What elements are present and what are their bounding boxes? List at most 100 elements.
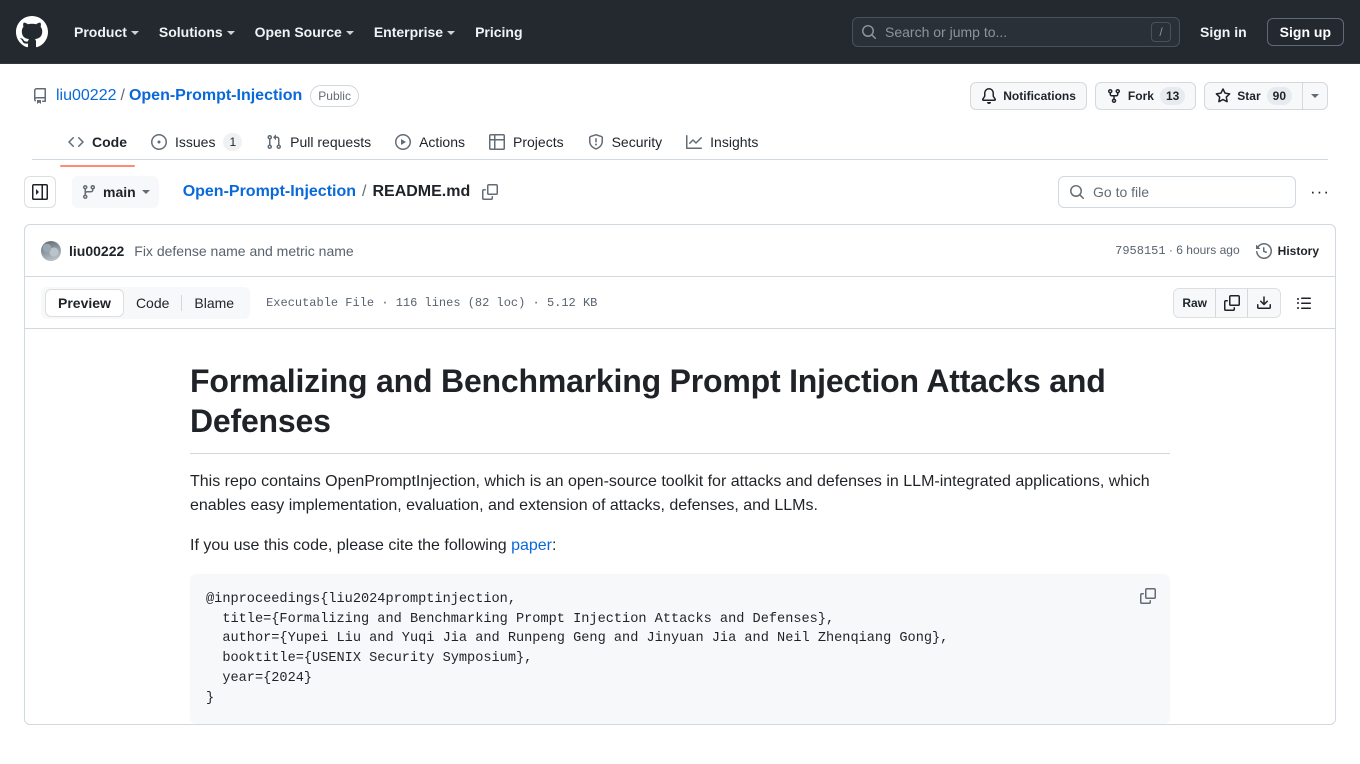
go-to-file-input[interactable]: Go to file: [1058, 176, 1296, 208]
tab-projects[interactable]: Projects: [481, 125, 572, 159]
markdown-content: Formalizing and Benchmarking Prompt Inje…: [174, 361, 1186, 725]
star-dropdown-button[interactable]: [1302, 82, 1328, 110]
branch-name: main: [103, 184, 136, 200]
tab-issues[interactable]: Issues 1: [143, 125, 250, 159]
citation-code-block: @inproceedings{liu2024promptinjection, t…: [190, 574, 1170, 725]
star-icon: [1215, 88, 1231, 104]
global-nav-item-enterprise[interactable]: Enterprise: [364, 16, 465, 48]
file-toolbar-right: Go to file ···: [1058, 176, 1336, 208]
chevron-down-icon: [345, 30, 354, 35]
issues-count: 1: [223, 133, 243, 151]
avatar: [41, 240, 61, 261]
global-nav-item-product[interactable]: Product: [64, 16, 149, 48]
history-button[interactable]: History: [1255, 242, 1319, 259]
search-input[interactable]: Search or jump to... /: [852, 16, 1180, 47]
breadcrumb-separator: /: [362, 183, 367, 200]
github-mark-icon[interactable]: [16, 15, 48, 48]
tab-actions[interactable]: Actions: [387, 125, 473, 159]
global-header: Product Solutions Open Source Enterprise…: [0, 0, 1360, 64]
copy-path-icon[interactable]: [482, 184, 499, 200]
sidebar-expand-icon[interactable]: [24, 176, 56, 208]
commit-relative-time: 6 hours ago: [1176, 243, 1240, 257]
star-count: 90: [1266, 87, 1292, 105]
chevron-down-icon: [447, 30, 456, 35]
commit-meta: 7958151 · 6 hours ago History: [1115, 242, 1319, 259]
header-right-group: Search or jump to... / Sign in Sign up: [852, 16, 1344, 47]
tab-preview[interactable]: Preview: [45, 288, 124, 317]
table-icon: [489, 134, 506, 150]
sign-in-button[interactable]: Sign in: [1188, 19, 1259, 45]
commit-author-link[interactable]: liu00222: [69, 243, 124, 259]
breadcrumb-current-file: README.md: [372, 183, 471, 200]
global-nav-label: Open Source: [254, 23, 342, 40]
search-icon: [1070, 185, 1085, 200]
readme-body: Formalizing and Benchmarking Prompt Inje…: [25, 329, 1335, 725]
repo-forked-icon: [1106, 88, 1122, 104]
global-nav-label: Product: [74, 23, 127, 40]
repo-owner-link[interactable]: liu00222: [56, 87, 117, 105]
latest-commit-row: liu00222 Fix defense name and metric nam…: [25, 225, 1335, 277]
copy-raw-icon[interactable]: [1216, 288, 1248, 317]
repo-icon: [32, 88, 48, 104]
paragraph-2-text-after: :: [552, 537, 557, 554]
copy-icon[interactable]: [1134, 582, 1162, 610]
graph-icon: [686, 134, 703, 150]
global-nav-item-pricing[interactable]: Pricing: [465, 16, 532, 48]
go-to-file-placeholder: Go to file: [1093, 184, 1150, 200]
tab-label: Security: [611, 134, 663, 150]
repo-nav: Code Issues 1 Pull requests Actions Proj…: [32, 118, 1328, 167]
readme-paragraph-2: If you use this code, please cite the fo…: [190, 534, 1170, 558]
chevron-down-icon: [130, 30, 139, 35]
global-nav-item-open-source[interactable]: Open Source: [245, 16, 364, 48]
commit-message-link[interactable]: Fix defense name and metric name: [134, 243, 353, 259]
git-pull-request-icon: [266, 134, 282, 150]
tab-code[interactable]: Code: [124, 291, 181, 315]
raw-actions-group: Raw: [1173, 287, 1281, 318]
history-icon: [1255, 242, 1272, 259]
search-icon: [861, 24, 877, 40]
repo-path-separator: /: [120, 87, 125, 104]
repo-title-row: liu00222 / Open-Prompt-Injection Public …: [32, 80, 1328, 112]
download-icon[interactable]: [1248, 288, 1280, 317]
kebab-horizontal-icon[interactable]: ···: [1304, 176, 1336, 208]
breadcrumb-root-link[interactable]: Open-Prompt-Injection: [183, 183, 356, 201]
paragraph-2-text-before: If you use this code, please cite the fo…: [190, 537, 512, 554]
file-view-actions: Raw: [1173, 287, 1319, 318]
history-label: History: [1277, 243, 1319, 258]
repo-name-link[interactable]: Open-Prompt-Injection: [129, 87, 302, 105]
readme-paragraph-1: This repo contains OpenPromptInjection, …: [190, 473, 1150, 514]
global-nav: Product Solutions Open Source Enterprise…: [64, 16, 533, 48]
list-unordered-icon[interactable]: [1289, 289, 1319, 317]
commit-sha[interactable]: 7958151: [1115, 244, 1165, 258]
play-icon: [395, 134, 412, 150]
global-nav-label: Pricing: [475, 23, 523, 40]
tab-label: Code: [92, 134, 127, 150]
global-nav-label: Solutions: [158, 23, 223, 40]
fork-count: 13: [1159, 87, 1186, 105]
notifications-button[interactable]: Notifications: [970, 82, 1087, 110]
tab-pull-requests[interactable]: Pull requests: [258, 125, 379, 159]
star-button[interactable]: Star 90: [1204, 82, 1302, 110]
view-mode-segmented-control: Preview Code Blame: [41, 286, 251, 319]
global-nav-item-solutions[interactable]: Solutions: [149, 16, 245, 48]
chevron-down-icon: [141, 190, 150, 194]
git-branch-icon: [81, 184, 97, 200]
bell-icon: [981, 88, 997, 104]
global-nav-label: Enterprise: [373, 23, 444, 40]
repo-visibility-badge: Public: [310, 85, 359, 107]
commit-sha-and-time: 7958151 · 6 hours ago: [1115, 243, 1240, 258]
breadcrumb: Open-Prompt-Injection / README.md: [183, 183, 499, 201]
shield-icon: [588, 134, 604, 150]
tab-blame[interactable]: Blame: [182, 291, 246, 315]
sign-up-button[interactable]: Sign up: [1266, 17, 1344, 46]
tab-code[interactable]: Code: [60, 125, 135, 167]
file-metadata: Executable File · 116 lines (82 loc) · 5…: [266, 295, 598, 310]
raw-button[interactable]: Raw: [1174, 288, 1216, 317]
file-area: main Open-Prompt-Injection / README.md G…: [0, 160, 1360, 726]
star-label: Star: [1237, 89, 1261, 103]
paper-link[interactable]: paper: [511, 537, 552, 554]
branch-selector-button[interactable]: main: [72, 176, 159, 208]
tab-insights[interactable]: Insights: [678, 125, 766, 159]
fork-button[interactable]: Fork 13: [1094, 82, 1197, 110]
tab-security[interactable]: Security: [580, 125, 671, 159]
